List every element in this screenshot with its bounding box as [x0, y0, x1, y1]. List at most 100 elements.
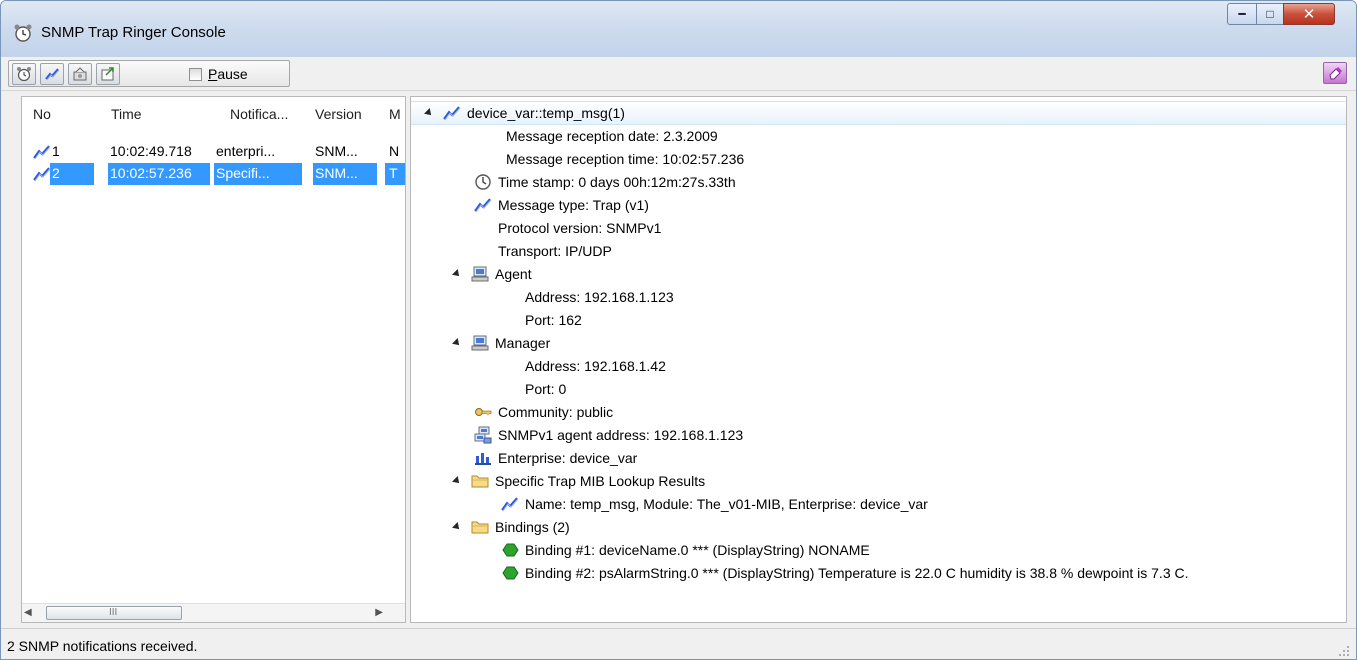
tree-node[interactable]: Enterprise: device_var [474, 447, 637, 469]
expand-arrow-icon[interactable] [452, 522, 462, 532]
scroll-left-arrow-icon[interactable]: ◀ [24, 607, 32, 618]
pause-checkbox[interactable]: Pause [189, 65, 248, 83]
tree-node[interactable]: Binding #1: deviceName.0 *** (DisplayStr… [501, 539, 870, 561]
cell-no: 1 [52, 143, 60, 159]
trap-icon [474, 198, 492, 213]
ringer-button[interactable] [12, 63, 36, 85]
time-stamp: Time stamp: 0 days 00h:12m:27s.33th [498, 174, 736, 190]
tree-node[interactable]: Name: temp_msg, Module: The_v01-MIB, Ent… [501, 493, 928, 515]
tree-node-bindings[interactable]: Bindings (2) [452, 516, 570, 538]
settings-button[interactable] [68, 63, 92, 85]
column-header-m[interactable]: M [389, 106, 401, 122]
close-icon: ✕ [1302, 6, 1316, 23]
title-bar: SNMP Trap Ringer Console ━ □ ✕ [1, 1, 1356, 57]
column-header-no[interactable]: No [33, 106, 51, 122]
enterprise: Enterprise: device_var [498, 450, 638, 466]
tree-node[interactable]: Address: 192.168.1.42 [525, 355, 666, 377]
resize-grip-icon[interactable] [1338, 645, 1350, 657]
cell-time: 10:02:57.236 [110, 165, 192, 181]
tree-node[interactable]: Time stamp: 0 days 00h:12m:27s.33th [474, 171, 736, 193]
binding-1: Binding #1: deviceName.0 *** (DisplayStr… [525, 542, 870, 558]
tree-node[interactable]: Binding #2: psAlarmString.0 *** (Display… [501, 562, 1189, 584]
details-tree[interactable]: device_var::temp_msg(1) Message receptio… [410, 96, 1347, 623]
tree-node[interactable]: Port: 0 [525, 378, 566, 400]
horizontal-scrollbar[interactable]: ◀ III ▶ [22, 603, 405, 622]
notifications-button[interactable] [40, 63, 64, 85]
scrollbar-grip: III [109, 607, 118, 618]
window-title: SNMP Trap Ringer Console [41, 24, 226, 41]
tree-node[interactable]: Protocol version: SNMPv1 [498, 217, 661, 239]
list-header: No Time Notifica... Version M [22, 97, 405, 127]
tree-node-specific-trap[interactable]: Specific Trap MIB Lookup Results [452, 470, 706, 492]
tree-node[interactable]: Message type: Trap (v1) [474, 194, 649, 216]
folder-icon [471, 521, 489, 534]
binding-2: Binding #2: psAlarmString.0 *** (Display… [525, 565, 1189, 581]
cell-m: T [389, 165, 398, 181]
app-window: SNMP Trap Ringer Console ━ □ ✕ Pause No … [0, 0, 1357, 660]
notifications-list[interactable]: No Time Notifica... Version M 1 10:02:49… [21, 96, 406, 623]
tree-node[interactable]: Community: public [474, 401, 613, 423]
trap-icon [501, 497, 519, 512]
cell-version: SNM... [315, 143, 358, 159]
manager-address: Address: 192.168.1.42 [525, 358, 666, 374]
toolbar-group: Pause [8, 60, 290, 87]
tree-node-root[interactable]: device_var::temp_msg(1) [424, 102, 625, 124]
tree-node[interactable]: Port: 162 [525, 309, 582, 331]
network-agent-icon [474, 426, 492, 444]
export-icon [101, 67, 114, 81]
tree-node[interactable]: Address: 192.168.1.123 [525, 286, 674, 308]
lookup-name: Name: temp_msg, Module: The_v01-MIB, Ent… [525, 496, 928, 512]
cell-version: SNM... [315, 165, 358, 181]
settings-tool-icon [73, 67, 87, 81]
status-bar: 2 SNMP notifications received. [1, 628, 1356, 659]
cell-m: N [389, 143, 400, 159]
pause-checkbox-box[interactable] [189, 67, 202, 81]
minimize-button[interactable]: ━ [1227, 3, 1257, 25]
export-button[interactable] [96, 63, 120, 85]
minimize-icon: ━ [1238, 7, 1246, 21]
message-type: Message type: Trap (v1) [498, 197, 649, 213]
protocol-version: Protocol version: SNMPv1 [498, 220, 662, 236]
tree-node[interactable]: SNMPv1 agent address: 192.168.1.123 [474, 424, 743, 446]
expand-arrow-icon[interactable] [452, 476, 462, 486]
scroll-right-arrow-icon[interactable]: ▶ [375, 607, 383, 618]
pause-label-rest: ause [217, 66, 248, 82]
community: Community: public [498, 404, 614, 420]
snmpv1-agent-address: SNMPv1 agent address: 192.168.1.123 [498, 427, 744, 443]
computer-icon [471, 266, 489, 282]
bindings-label: Bindings (2) [495, 519, 570, 535]
column-header-version[interactable]: Version [315, 106, 362, 122]
toolbar: Pause [1, 57, 1356, 91]
tree-node[interactable]: Message reception time: 10:02:57.236 [506, 148, 744, 170]
manager-label: Manager [495, 335, 551, 351]
transport: Transport: IP/UDP [498, 243, 612, 259]
binding-icon [502, 543, 519, 557]
tree-node[interactable]: Message reception date: 2.3.2009 [506, 125, 718, 147]
binding-icon [502, 566, 519, 580]
alarm-clock-icon [17, 67, 31, 82]
list-row[interactable]: 1 10:02:49.718 enterpri... SNM... N [22, 141, 405, 163]
maximize-button[interactable]: □ [1256, 3, 1284, 25]
tree-node-agent[interactable]: Agent [452, 263, 532, 285]
trap-icon [33, 167, 51, 182]
trap-icon [33, 145, 51, 160]
manager-port: Port: 0 [525, 381, 567, 397]
trap-icon [443, 106, 461, 121]
cell-time: 10:02:49.718 [110, 143, 192, 159]
specific-trap-label: Specific Trap MIB Lookup Results [495, 473, 706, 489]
column-header-notification[interactable]: Notifica... [230, 106, 288, 122]
tree-node-manager[interactable]: Manager [452, 332, 551, 354]
alarm-clock-icon [14, 24, 32, 42]
list-row-selected[interactable]: 2 10:02:57.236 Specifi... SNM... T [22, 163, 405, 185]
column-header-time[interactable]: Time [111, 106, 142, 122]
pause-label: Pause [208, 66, 248, 82]
expand-arrow-icon[interactable] [452, 269, 462, 279]
tree-node[interactable]: Transport: IP/UDP [498, 240, 612, 262]
scrollbar-thumb[interactable]: III [46, 606, 182, 620]
cell-notification: Specifi... [216, 165, 270, 181]
erase-button[interactable] [1323, 62, 1347, 84]
close-button[interactable]: ✕ [1283, 3, 1335, 25]
expand-arrow-icon[interactable] [452, 338, 462, 348]
expand-arrow-icon[interactable] [424, 108, 434, 118]
status-text: 2 SNMP notifications received. [7, 638, 198, 654]
